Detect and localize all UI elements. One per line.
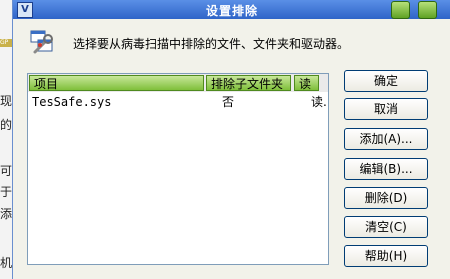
dialog-title: 设置排除 bbox=[205, 4, 258, 18]
background-text: 于 bbox=[0, 185, 12, 199]
background-text: 机 bbox=[0, 256, 12, 270]
background-text: 现 bbox=[0, 94, 12, 108]
background-text: 的 bbox=[0, 118, 12, 132]
delete-button[interactable]: 删除(D) bbox=[344, 187, 428, 209]
settings-wrench-icon bbox=[30, 30, 53, 54]
help-button[interactable]: 帮助(H) bbox=[344, 245, 428, 267]
maximize-button[interactable] bbox=[418, 1, 437, 19]
column-header-read[interactable]: 读 bbox=[294, 75, 319, 91]
item-read: 读... bbox=[311, 95, 327, 109]
item-exclude-subfolders: 否 bbox=[222, 95, 235, 109]
clear-button[interactable]: 清空(C) bbox=[344, 216, 428, 238]
exclusion-list[interactable]: 项目 排除子文件夹 读 TesSafe.sys 否 读... bbox=[27, 73, 329, 265]
add-button[interactable]: 添加(A)... bbox=[344, 128, 428, 150]
list-header: 项目 排除子文件夹 读 bbox=[28, 74, 328, 92]
edit-button[interactable]: 编辑(B)... bbox=[344, 158, 428, 180]
exclusion-settings-dialog: V 设置排除 选择要从病毒扫描中排除的文件、文件夹和驱动器。 项目 排除子文件夹… bbox=[12, 0, 450, 279]
column-header-item[interactable]: 项目 bbox=[29, 75, 204, 91]
item-name: TesSafe.sys bbox=[32, 95, 112, 109]
background-logo: GP bbox=[0, 39, 12, 47]
ok-button[interactable]: 确定 bbox=[344, 70, 428, 92]
background-text: 添 bbox=[0, 207, 12, 221]
background-text: 可 bbox=[0, 164, 12, 178]
list-item[interactable]: TesSafe.sys 否 读... bbox=[28, 94, 328, 110]
minimize-button[interactable] bbox=[391, 1, 410, 19]
dialog-description: 选择要从病毒扫描中排除的文件、文件夹和驱动器。 bbox=[73, 37, 350, 51]
title-bar[interactable]: V 设置排除 bbox=[13, 0, 450, 19]
cancel-button[interactable]: 取消 bbox=[344, 98, 428, 120]
column-header-exclude-subfolders[interactable]: 排除子文件夹 bbox=[206, 75, 291, 91]
